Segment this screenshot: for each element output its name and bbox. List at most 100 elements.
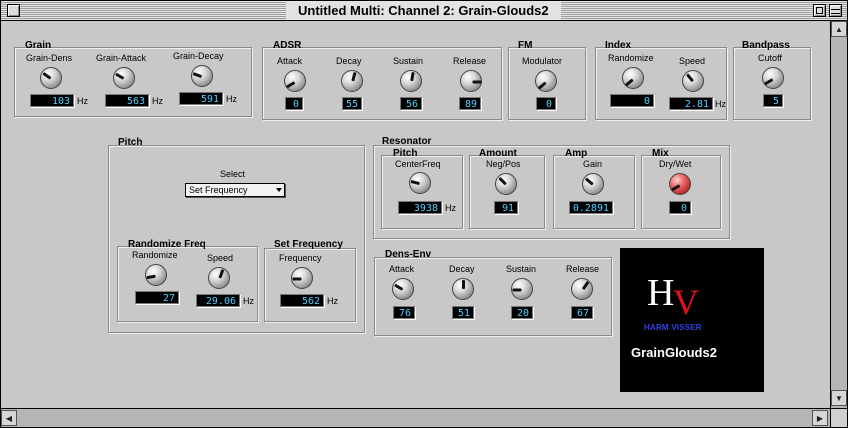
grain-decay-label: Grain-Decay [173, 51, 224, 61]
plugin-window: Untitled Multi: Channel 2: Grain-Glouds2… [0, 0, 848, 428]
index-speed-knob[interactable] [682, 70, 704, 92]
adsr-release-label: Release [453, 56, 487, 66]
densenv-decay-knob[interactable] [452, 278, 474, 300]
adsr-release-knob[interactable] [460, 70, 482, 92]
adsr-sustain-display[interactable]: 56 [400, 97, 422, 110]
randomize-freq-randomize-knob[interactable] [145, 264, 167, 286]
densenv-attack-display[interactable]: 76 [393, 306, 415, 319]
grain-attack-unit: Hz [152, 96, 163, 106]
logo-product-name: GrainGlouds2 [631, 345, 717, 360]
fm-modulator-knob[interactable] [535, 70, 557, 92]
scroll-right-arrow-icon[interactable]: ▶ [812, 410, 828, 426]
set-frequency-title: Set Frequency [274, 239, 343, 250]
densenv-attack-label: Attack [389, 264, 415, 274]
set-frequency-knob[interactable] [291, 267, 313, 289]
grain-dens-display[interactable]: 103 [30, 94, 74, 107]
grain-attack-label: Grain-Attack [96, 53, 147, 63]
adsr-attack-display[interactable]: 0 [285, 97, 303, 110]
resonator-drywet-label: Dry/Wet [659, 159, 692, 169]
grain-decay-knob[interactable] [191, 65, 213, 87]
zoom-box[interactable] [813, 4, 826, 17]
scroll-down-arrow-icon[interactable]: ▼ [831, 390, 847, 406]
resonator-centerfreq-display[interactable]: 3938 [398, 201, 442, 214]
densenv-sustain-display[interactable]: 20 [511, 306, 533, 319]
randomize-freq-title: Randomize Freq [128, 239, 206, 250]
index-speed-display[interactable]: 2.81 [669, 97, 713, 110]
densenv-decay-display[interactable]: 51 [452, 306, 474, 319]
resonator-negpos-display[interactable]: 91 [494, 201, 518, 214]
index-randomize-label: Randomize [608, 53, 654, 63]
randomize-freq-randomize-label: Randomize [132, 250, 178, 260]
grain-attack-knob[interactable] [113, 67, 135, 89]
grain-title: Grain [25, 40, 52, 51]
fm-modulator-label: Modulator [522, 56, 563, 66]
grain-decay-unit: Hz [226, 94, 237, 104]
densenv-sustain-label: Sustain [506, 264, 537, 274]
adsr-sustain-knob[interactable] [400, 70, 422, 92]
densenv-decay-label: Decay [449, 264, 475, 274]
logo-initial-h: H [647, 272, 675, 314]
grain-dens-label: Grain-Dens [26, 53, 73, 63]
bandpass-cutoff-display[interactable]: 5 [763, 94, 783, 107]
index-randomize-knob[interactable] [622, 67, 644, 89]
vertical-scrollbar[interactable]: ▲ ▼ [830, 21, 847, 408]
collapse-box[interactable] [829, 4, 842, 17]
randomize-freq-speed-knob[interactable] [208, 267, 230, 289]
randomize-freq-speed-label: Speed [207, 253, 234, 263]
title-bar[interactable]: Untitled Multi: Channel 2: Grain-Glouds2 [1, 1, 847, 21]
resonator-centerfreq-knob[interactable] [409, 172, 431, 194]
grain-dens-knob[interactable] [40, 67, 62, 89]
adsr-attack-knob[interactable] [284, 70, 306, 92]
pitch-mode-select-value: Set Frequency [189, 185, 248, 195]
index-title: Index [605, 40, 632, 51]
resonator-centerfreq-unit: Hz [445, 203, 456, 213]
bandpass-cutoff-knob[interactable] [762, 67, 784, 89]
resize-grip-icon[interactable] [830, 408, 847, 427]
densenv-title: Dens-Env [385, 249, 432, 260]
scroll-left-arrow-icon[interactable]: ◀ [1, 410, 17, 426]
adsr-title: ADSR [273, 40, 302, 51]
randomize-freq-randomize-display[interactable]: 27 [135, 291, 179, 304]
pitch-mode-select[interactable]: Set Frequency [185, 183, 285, 197]
pitch-select-label: Select [220, 169, 246, 179]
set-frequency-unit: Hz [327, 296, 338, 306]
scroll-up-arrow-icon[interactable]: ▲ [831, 21, 847, 37]
index-speed-unit: Hz [715, 99, 726, 109]
resonator-negpos-label: Neg/Pos [486, 159, 521, 169]
densenv-sustain-knob[interactable] [511, 278, 533, 300]
bandpass-cutoff-label: Cutoff [758, 53, 782, 63]
resonator-title: Resonator [382, 136, 432, 147]
set-frequency-frequency-label: Frequency [279, 253, 322, 263]
pitch-title: Pitch [118, 137, 143, 148]
densenv-attack-knob[interactable] [392, 278, 414, 300]
horizontal-scrollbar[interactable]: ◀ ▶ [1, 408, 830, 427]
chevron-down-icon [276, 188, 282, 192]
grain-dens-unit: Hz [77, 96, 88, 106]
set-frequency-display[interactable]: 562 [280, 294, 324, 307]
resonator-gain-label: Gain [583, 159, 603, 169]
adsr-decay-display[interactable]: 55 [342, 97, 362, 110]
fm-modulator-display[interactable]: 0 [536, 97, 556, 110]
adsr-release-display[interactable]: 89 [459, 97, 481, 110]
densenv-release-knob[interactable] [571, 278, 593, 300]
resonator-drywet-display[interactable]: 0 [669, 201, 691, 214]
index-randomize-display[interactable]: 0 [610, 94, 654, 107]
grain-decay-display[interactable]: 591 [179, 92, 223, 105]
product-logo: H V HARM VISSER GrainGlouds2 [620, 248, 764, 392]
densenv-release-display[interactable]: 67 [571, 306, 593, 319]
resonator-gain-knob[interactable] [582, 173, 604, 195]
close-box[interactable] [7, 4, 20, 17]
logo-author: HARM VISSER [644, 323, 702, 332]
bandpass-title: Bandpass [742, 40, 790, 51]
grain-attack-display[interactable]: 563 [105, 94, 149, 107]
adsr-attack-label: Attack [277, 56, 303, 66]
resonator-gain-display[interactable]: 0.2891 [569, 201, 613, 214]
randomize-freq-speed-display[interactable]: 29.06 [196, 294, 240, 307]
adsr-decay-label: Decay [336, 56, 362, 66]
resonator-negpos-knob[interactable] [495, 173, 517, 195]
adsr-decay-knob[interactable] [341, 70, 363, 92]
resonator-mix-title: Mix [652, 148, 669, 159]
resonator-amp-title: Amp [565, 148, 588, 159]
window-title: Untitled Multi: Channel 2: Grain-Glouds2 [298, 3, 549, 18]
resonator-drywet-knob[interactable] [669, 173, 691, 195]
